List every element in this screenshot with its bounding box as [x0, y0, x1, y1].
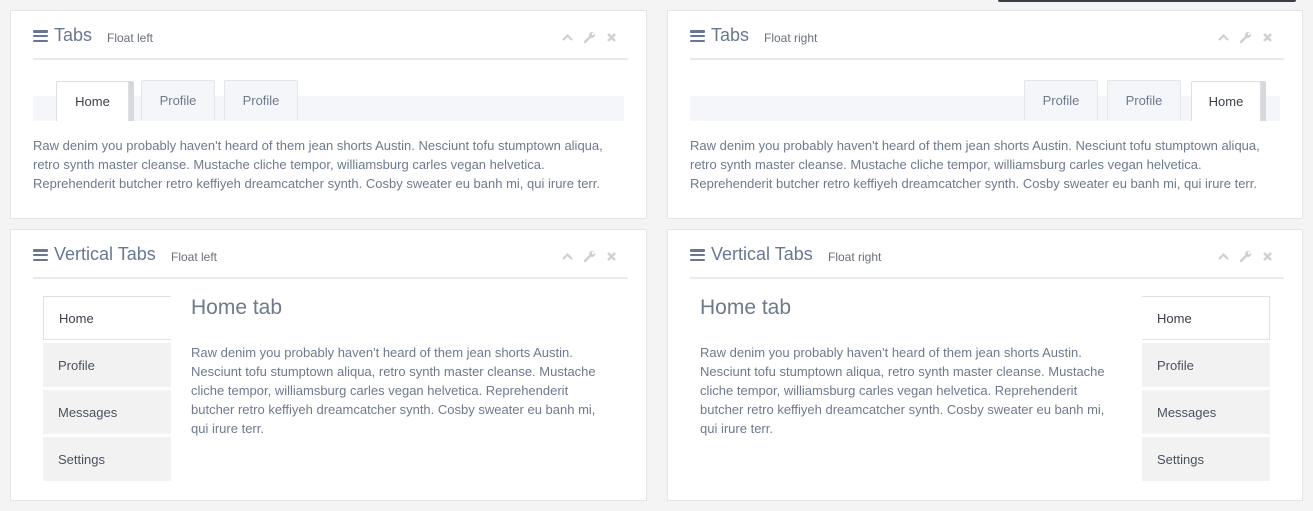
close-icon[interactable] — [1261, 250, 1274, 263]
close-icon[interactable] — [605, 250, 618, 263]
panel-header: Tabs Float left — [33, 11, 628, 60]
vtab-home[interactable]: Home — [43, 296, 171, 340]
panel-controls — [561, 30, 618, 44]
panel-header: Tabs Float right — [690, 11, 1284, 60]
menu-icon[interactable] — [690, 30, 705, 42]
panel-subtitle: Float right — [828, 250, 882, 264]
tab-content-text: Raw denim you probably haven't heard of … — [700, 345, 1105, 436]
wrench-icon[interactable] — [583, 250, 596, 263]
tab-profile[interactable]: Profile — [1024, 80, 1098, 120]
tab-profile-2[interactable]: Profile — [1107, 80, 1181, 120]
vtab-profile[interactable]: Profile — [1142, 343, 1270, 387]
vtab-messages[interactable]: Messages — [43, 390, 171, 434]
vtab-profile[interactable]: Profile — [43, 343, 171, 387]
panel-subtitle: Float right — [764, 31, 818, 45]
close-icon[interactable] — [605, 31, 618, 44]
vtab-messages[interactable]: Messages — [1142, 390, 1270, 434]
tab-content-text: Raw denim you probably haven't heard of … — [33, 138, 603, 191]
wrench-icon[interactable] — [583, 31, 596, 44]
chevron-up-icon[interactable] — [1217, 250, 1230, 263]
chevron-up-icon[interactable] — [561, 250, 574, 263]
vertical-tabs-float-right-panel: Vertical Tabs Float right Home tab Raw d… — [667, 229, 1303, 501]
tabs-float-left-panel: Tabs Float left Home Profile Profile Raw… — [10, 10, 647, 219]
panel-subtitle: Float left — [171, 250, 218, 264]
tab-content-text: Raw denim you probably haven't heard of … — [191, 345, 596, 436]
chevron-up-icon[interactable] — [1217, 31, 1230, 44]
tab-home[interactable]: Home — [1191, 81, 1261, 121]
vertical-tab-list: Home Profile Messages Settings — [1142, 296, 1270, 484]
tab-content-text: Raw denim you probably haven't heard of … — [690, 138, 1260, 191]
panel-header: Vertical Tabs Float right — [690, 230, 1284, 279]
wrench-icon[interactable] — [1239, 31, 1252, 44]
menu-icon[interactable] — [690, 249, 705, 261]
tab-home[interactable]: Home — [56, 81, 129, 121]
vtab-home[interactable]: Home — [1142, 296, 1270, 340]
vtab-settings[interactable]: Settings — [43, 437, 171, 481]
vertical-tabs-float-left-panel: Vertical Tabs Float left Home Profile Me… — [10, 229, 647, 501]
panel-title: Vertical Tabs — [54, 244, 156, 264]
chevron-up-icon[interactable] — [561, 31, 574, 44]
overlay-shadow-edge — [998, 0, 1296, 2]
wrench-icon[interactable] — [1239, 250, 1252, 263]
vertical-tab-list: Home Profile Messages Settings — [43, 296, 171, 484]
panel-controls — [561, 249, 618, 263]
menu-icon[interactable] — [33, 249, 48, 261]
tab-profile-2[interactable]: Profile — [224, 80, 298, 120]
content-heading: Home tab — [191, 296, 283, 319]
menu-icon[interactable] — [33, 30, 48, 42]
panel-title: Tabs — [54, 25, 93, 45]
close-icon[interactable] — [1261, 31, 1274, 44]
panel-header: Vertical Tabs Float left — [33, 230, 628, 279]
panel-title: Tabs — [711, 25, 750, 45]
panel-subtitle: Float left — [107, 31, 154, 45]
tabs-float-right-panel: Tabs Float right Profile Profile Home Ra… — [667, 10, 1303, 219]
panel-title: Vertical Tabs — [711, 244, 813, 264]
content-heading: Home tab — [700, 296, 792, 319]
panel-controls — [1217, 249, 1274, 263]
tab-profile[interactable]: Profile — [141, 80, 215, 120]
panel-controls — [1217, 30, 1274, 44]
vtab-settings[interactable]: Settings — [1142, 437, 1270, 481]
